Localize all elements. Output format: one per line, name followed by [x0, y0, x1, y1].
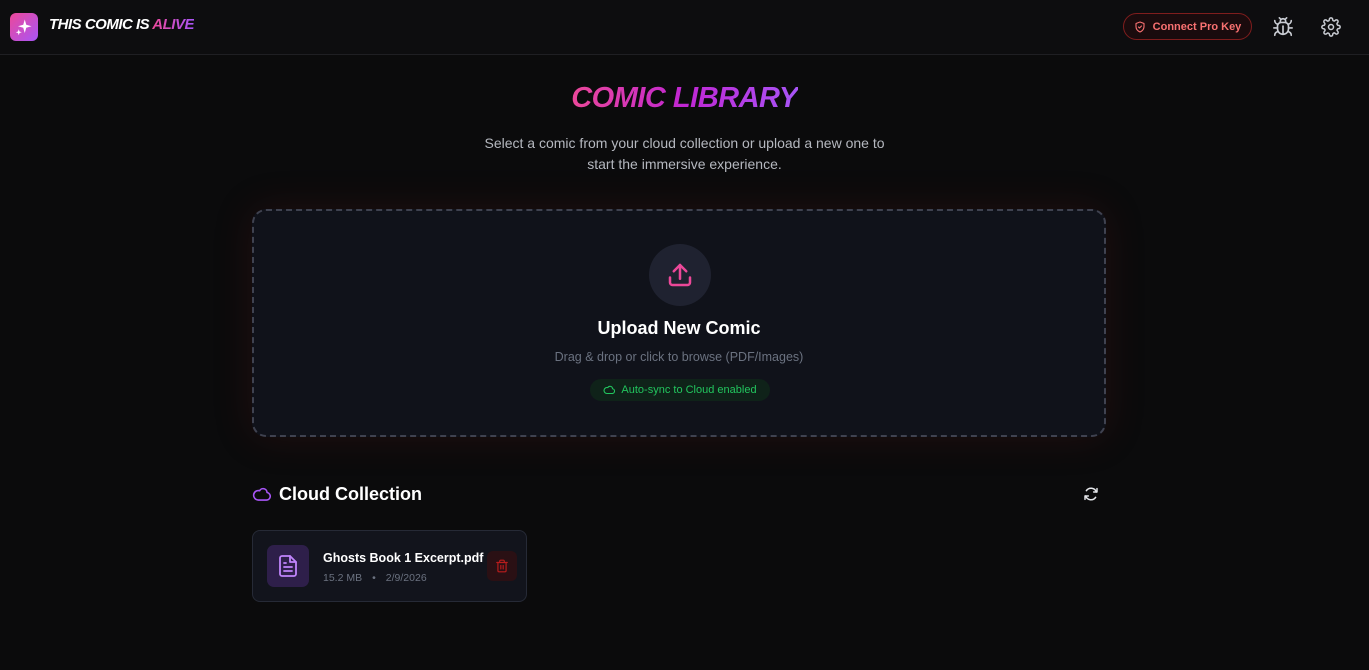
refresh-icon — [1084, 487, 1098, 501]
file-meta: 15.2 MB • 2/9/2026 — [323, 572, 427, 584]
brand-name: This Comic Is Alive — [49, 16, 194, 33]
cloud-icon — [252, 487, 271, 501]
connect-pro-key-button[interactable]: Connect Pro Key — [1123, 13, 1252, 40]
upload-icon-circle — [649, 244, 711, 306]
settings-button[interactable] — [1319, 15, 1343, 39]
file-date: 2/9/2026 — [385, 572, 427, 584]
upload-dropzone[interactable]: Upload New Comic Drag & drop or click to… — [252, 209, 1106, 437]
gear-icon — [1321, 17, 1341, 37]
file-text-icon — [279, 555, 297, 577]
debug-button[interactable] — [1271, 15, 1295, 39]
brand-main: This Comic Is — [49, 16, 153, 33]
comic-file-card[interactable]: Ghosts Book 1 Excerpt.pdf 15.2 MB • 2/9/… — [252, 530, 527, 602]
shield-icon — [1135, 20, 1145, 33]
refresh-button[interactable] — [1080, 483, 1102, 505]
logo-badge[interactable] — [10, 13, 38, 41]
meta-separator: • — [372, 572, 376, 584]
connect-pro-key-label: Connect Pro Key — [1152, 20, 1242, 33]
page-subtitle: Select a comic from your cloud collectio… — [484, 135, 885, 172]
upload-hint: Drag & drop or click to browse (PDF/Imag… — [554, 350, 804, 364]
cloud-icon — [603, 385, 616, 395]
file-name: Ghosts Book 1 Excerpt.pdf — [323, 551, 484, 565]
trash-icon — [496, 559, 508, 573]
upload-title: Upload New Comic — [597, 318, 761, 338]
bug-icon — [1273, 17, 1293, 37]
top-bar: This Comic Is Alive Connect Pro Key — [0, 0, 1369, 55]
auto-sync-label: Auto-sync to Cloud enabled — [621, 384, 757, 396]
file-icon-box — [267, 545, 309, 587]
auto-sync-badge: Auto-sync to Cloud enabled — [590, 379, 770, 401]
page-title: Comic Library — [571, 82, 798, 114]
delete-file-button[interactable] — [487, 551, 517, 581]
upload-icon — [668, 263, 692, 287]
sparkles-icon — [15, 19, 32, 36]
brand-accent: Alive — [152, 16, 194, 33]
file-size: 15.2 MB — [323, 572, 363, 584]
cloud-collection-header: Cloud Collection — [252, 483, 422, 505]
cloud-collection-title: Cloud Collection — [279, 483, 422, 504]
